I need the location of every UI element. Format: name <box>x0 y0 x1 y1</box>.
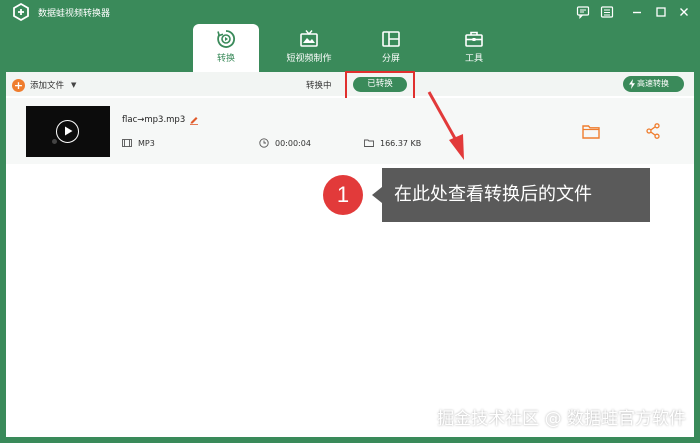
add-file-button[interactable]: + 添加文件 ▼ <box>12 77 76 93</box>
title-bar: 数据蛙视频转换器 转换 短视频制作 分屏 工具 <box>0 0 700 72</box>
tab-convert[interactable]: 转换 <box>193 24 259 72</box>
app-logo-icon <box>13 3 29 21</box>
file-size: 166.37 KB <box>380 138 422 148</box>
clock-icon <box>259 138 269 148</box>
tab-label-short-video: 短视频制作 <box>286 54 332 64</box>
convert-icon <box>217 30 235 48</box>
toolbox-icon <box>465 31 483 47</box>
close-icon[interactable] <box>677 4 691 18</box>
tab-tools[interactable]: 工具 <box>441 24 507 72</box>
menu-icon[interactable] <box>600 4 614 18</box>
thumbnail-dot <box>52 139 57 144</box>
callout-pointer <box>372 187 382 203</box>
annotation-arrow <box>427 91 464 160</box>
film-icon <box>122 139 132 147</box>
play-icon[interactable] <box>56 120 79 143</box>
tab-converting[interactable]: 转换中 <box>306 79 332 91</box>
folder-small-icon <box>364 139 374 147</box>
tv-icon <box>300 30 318 47</box>
highlight-box <box>345 71 415 101</box>
lightning-icon <box>629 79 635 89</box>
tab-label-split-screen: 分屏 <box>381 54 400 64</box>
share-icon[interactable] <box>646 123 660 139</box>
callout-text: 在此处查看转换后的文件 <box>382 168 650 222</box>
tab-short-video[interactable]: 短视频制作 <box>276 24 342 72</box>
app-window: 数据蛙视频转换器 转换 短视频制作 分屏 工具 + 添加文件 ▼ 转换中 已转换… <box>0 0 700 443</box>
open-folder-icon[interactable] <box>582 124 600 139</box>
fast-convert-label: 高速转换 <box>637 79 669 88</box>
fast-convert-button[interactable]: 高速转换 <box>623 76 684 92</box>
app-title: 数据蛙视频转换器 <box>38 9 111 19</box>
tab-label-tools: 工具 <box>464 54 483 64</box>
tab-split-screen[interactable]: 分屏 <box>358 24 424 72</box>
file-duration: 00:00:04 <box>275 138 311 148</box>
size-info: 166.37 KB <box>364 137 421 149</box>
tab-label-convert: 转换 <box>216 54 235 64</box>
duration-info: 00:00:04 <box>259 137 311 149</box>
feedback-icon[interactable] <box>576 4 590 19</box>
add-icon: + <box>12 78 25 92</box>
add-file-label: 添加文件 <box>30 81 65 91</box>
frame-right <box>694 72 700 443</box>
format-info: MP3 <box>122 137 155 149</box>
maximize-icon[interactable] <box>654 4 668 18</box>
file-format: MP3 <box>138 138 155 148</box>
video-thumbnail[interactable] <box>26 106 110 157</box>
file-name: flac→mp3.mp3 <box>122 115 186 125</box>
split-screen-icon <box>382 31 400 47</box>
step-number-badge: 1 <box>323 175 363 215</box>
minimize-icon[interactable] <box>630 4 644 18</box>
frame-bottom <box>0 437 700 443</box>
edit-icon[interactable] <box>189 115 199 125</box>
chevron-down-icon[interactable]: ▼ <box>71 81 76 89</box>
watermark: 掘金技术社区 @ 数据蛙官方软件 <box>437 409 686 429</box>
